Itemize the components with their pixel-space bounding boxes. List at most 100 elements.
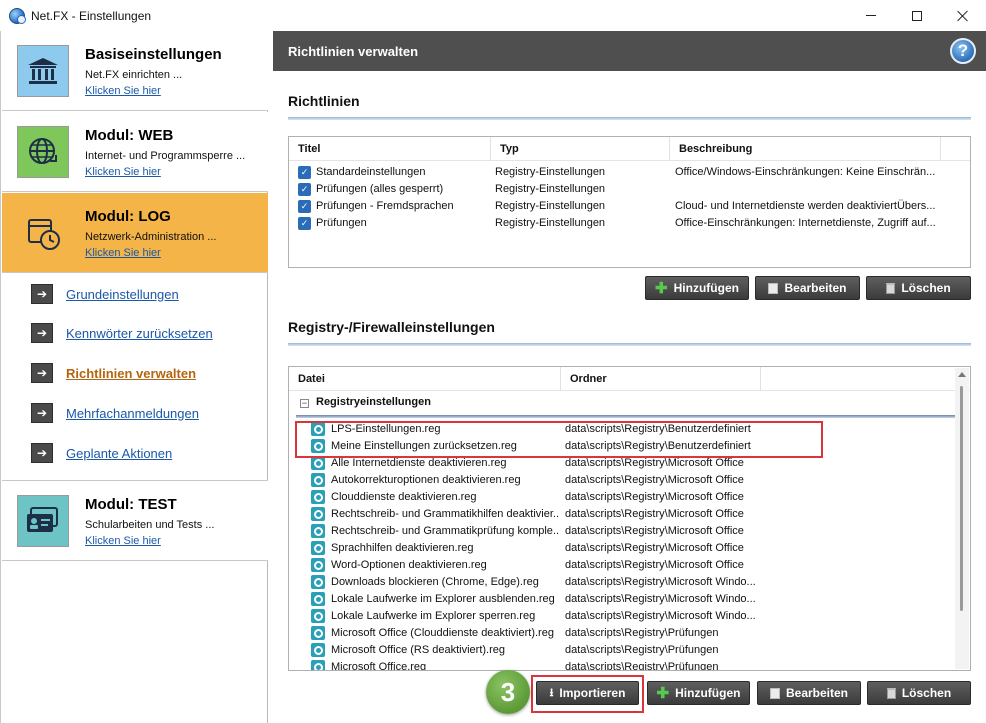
column-header-ordner[interactable]: Ordner: [561, 367, 761, 391]
sidebar-item-geplante-aktionen[interactable]: ➔ Geplante Aktionen: [31, 442, 172, 464]
module-link[interactable]: Klicken Sie hier: [85, 247, 161, 259]
module-log[interactable]: Modul: LOG Netzwerk-Administration ... K…: [2, 193, 268, 273]
close-button[interactable]: [940, 0, 986, 31]
column-header-datei[interactable]: Datei: [289, 367, 561, 391]
module-title: Modul: WEB: [85, 127, 174, 144]
module-basis[interactable]: Basiseinstellungen Net.FX einrichten ...…: [2, 31, 268, 111]
sidebar-item-mehrfachanmeldungen[interactable]: ➔ Mehrfachanmeldungen: [31, 402, 199, 424]
table-row[interactable]: Lokale Laufwerke im Explorer sperren.reg…: [289, 608, 970, 625]
cell-folder: data\scripts\Registry\Microsoft Office: [565, 508, 744, 520]
page-title: Richtlinien verwalten: [288, 44, 419, 59]
checkbox-checked-icon[interactable]: ✓: [298, 200, 311, 213]
delete-policy-button[interactable]: Löschen: [866, 276, 971, 300]
table-row[interactable]: ✓ Prüfungen - Fremdsprachen Registry-Ein…: [289, 198, 970, 215]
module-desc: Netzwerk-Administration ...: [85, 231, 217, 243]
module-desc: Net.FX einrichten ...: [85, 69, 183, 81]
table-row[interactable]: Microsoft Office (Clouddienste deaktivie…: [289, 625, 970, 642]
table-row[interactable]: Word-Optionen deaktivieren.reg data\scrip…: [289, 557, 970, 574]
id-card-icon: [17, 495, 69, 547]
globe-icon: [17, 126, 69, 178]
table-row[interactable]: ✓ Prüfungen Registry-Einstellungen Offic…: [289, 215, 970, 232]
cell-file: Rechtschreib- und Grammatikprüfung kompl…: [331, 525, 559, 537]
sidebar-item-kennwoerter[interactable]: ➔ Kennwörter zurücksetzen: [31, 322, 213, 344]
button-label: Hinzufügen: [675, 686, 741, 700]
column-header-typ[interactable]: Typ: [491, 137, 670, 161]
cell-title: Prüfungen: [316, 217, 367, 229]
section-divider: [288, 117, 971, 120]
module-test[interactable]: Modul: TEST Schularbeiten und Tests ... …: [2, 481, 268, 561]
group-label: Registryeinstellungen: [316, 396, 431, 408]
registry-file-icon: [311, 626, 325, 640]
table-row[interactable]: Downloads blockieren (Chrome, Edge).reg d…: [289, 574, 970, 591]
add-registry-button[interactable]: ✚ Hinzufügen: [647, 681, 750, 705]
registry-file-icon: [311, 643, 325, 657]
module-link[interactable]: Klicken Sie hier: [85, 535, 161, 547]
edit-registry-button[interactable]: Bearbeiten: [757, 681, 861, 705]
sidebar-item-grundeinstellungen[interactable]: ➔ Grundeinstellungen: [31, 283, 179, 305]
minimize-icon: [866, 15, 876, 16]
bank-icon: [17, 45, 69, 97]
arrow-right-icon: ➔: [31, 363, 53, 383]
arrow-right-icon: ➔: [31, 403, 53, 423]
add-policy-button[interactable]: ✚ Hinzufügen: [645, 276, 749, 300]
table-row[interactable]: Rechtschreib- und Grammatikhilfen deakti…: [289, 506, 970, 523]
checkbox-checked-icon[interactable]: ✓: [298, 217, 311, 230]
button-label: Hinzufügen: [673, 281, 739, 295]
window-title: Net.FX - Einstellungen: [31, 8, 152, 23]
column-header-titel[interactable]: Titel: [289, 137, 491, 161]
table-row[interactable]: Microsoft Office.reg data\scripts\Registr…: [289, 659, 970, 671]
button-label: Importieren: [559, 686, 626, 700]
checkbox-checked-icon[interactable]: ✓: [298, 183, 311, 196]
button-label: Bearbeiten: [785, 686, 849, 700]
cell-file: Sprachhilfen deaktivieren.reg: [331, 542, 474, 554]
module-desc: Internet- und Programmsperre ...: [85, 150, 246, 162]
scroll-thumb[interactable]: [960, 386, 963, 611]
module-link[interactable]: Klicken Sie hier: [85, 166, 161, 178]
table-row[interactable]: Clouddienste deaktivieren.reg data\script…: [289, 489, 970, 506]
table-row[interactable]: Autokorrekturoptionen deaktivieren.reg da…: [289, 472, 970, 489]
edit-policy-button[interactable]: Bearbeiten: [755, 276, 860, 300]
collapse-icon[interactable]: −: [300, 399, 309, 408]
cell-file: Microsoft Office.reg: [331, 661, 427, 671]
module-title: Modul: LOG: [85, 208, 171, 225]
close-icon: [957, 10, 969, 22]
table-row[interactable]: Microsoft Office (RS deaktiviert).reg dat…: [289, 642, 970, 659]
arrow-right-icon: ➔: [31, 284, 53, 304]
button-label: Löschen: [901, 686, 952, 700]
cell-desc: Cloud- und Internetdienste werden deakti…: [675, 200, 936, 212]
delete-registry-button[interactable]: Löschen: [867, 681, 971, 705]
sidebar-item-richtlinien[interactable]: ➔ Richtlinien verwalten: [31, 362, 196, 384]
scroll-up-icon[interactable]: [958, 372, 966, 377]
registry-file-icon: [311, 507, 325, 521]
table-row[interactable]: ✓ Prüfungen (alles gesperrt) Registry-Ei…: [289, 181, 970, 198]
cell-folder: data\scripts\Registry\Prüfungen: [565, 661, 719, 671]
document-icon: [769, 687, 780, 699]
cell-file: Rechtschreib- und Grammatikhilfen deakti…: [331, 508, 559, 520]
minimize-button[interactable]: [848, 0, 894, 31]
cell-folder: data\scripts\Registry\Prüfungen: [565, 644, 719, 656]
section-title-registry: Registry-/Firewalleinstellungen: [288, 319, 495, 335]
table-row[interactable]: Lokale Laufwerke im Explorer ausblenden.…: [289, 591, 970, 608]
cell-desc: Office/Windows-Einschränkungen: Keine Ei…: [675, 166, 936, 178]
module-title: Modul: TEST: [85, 496, 177, 513]
cell-folder: data\scripts\Registry\Microsoft Office: [565, 474, 744, 486]
import-button[interactable]: ⭳ Importieren: [536, 681, 639, 705]
help-icon[interactable]: ?: [950, 38, 976, 64]
column-header-beschreibung[interactable]: Beschreibung: [670, 137, 941, 161]
maximize-button[interactable]: [894, 0, 940, 31]
table-row[interactable]: ✓ Standardeinstellungen Registry-Einstel…: [289, 164, 970, 181]
vertical-scrollbar[interactable]: [955, 368, 969, 669]
cell-file: Microsoft Office (Clouddienste deaktivie…: [331, 627, 554, 639]
main-panel: Richtlinien verwalten ? Richtlinien Tite…: [273, 31, 986, 723]
checkbox-checked-icon[interactable]: ✓: [298, 166, 311, 179]
cell-folder: data\scripts\Registry\Prüfungen: [565, 627, 719, 639]
group-row[interactable]: − Registryeinstellungen: [289, 394, 970, 414]
cell-type: Registry-Einstellungen: [495, 200, 606, 212]
button-label: Bearbeiten: [784, 281, 847, 295]
module-desc: Schularbeiten und Tests ...: [85, 519, 215, 531]
header-bar: Richtlinien verwalten ?: [273, 31, 986, 71]
table-row[interactable]: Rechtschreib- und Grammatikprüfung kompl…: [289, 523, 970, 540]
module-web[interactable]: Modul: WEB Internet- und Programmsperre …: [2, 112, 268, 192]
module-link[interactable]: Klicken Sie hier: [85, 85, 161, 97]
table-row[interactable]: Sprachhilfen deaktivieren.reg data\script…: [289, 540, 970, 557]
